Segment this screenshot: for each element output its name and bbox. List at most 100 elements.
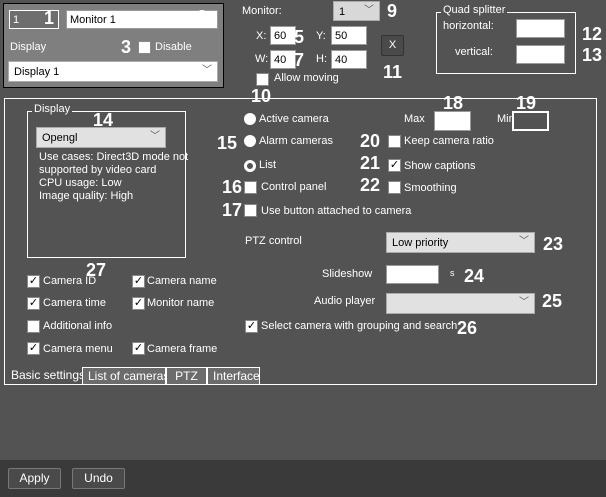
callout-number: 15 bbox=[217, 133, 238, 153]
camera-frame-label: Camera frame bbox=[147, 343, 218, 355]
callout-number: 7 bbox=[294, 50, 305, 70]
tab-basic-settings[interactable]: Basic settings bbox=[5, 367, 90, 385]
radio-alarm-cameras[interactable] bbox=[244, 135, 256, 147]
w-field[interactable]: 40 bbox=[270, 50, 296, 69]
monitor-select[interactable]: 1 ﹀ bbox=[333, 1, 380, 21]
render-mode-select[interactable]: Opengl ﹀ bbox=[36, 127, 166, 148]
callout-number: 21 bbox=[360, 153, 381, 173]
monitor-name-checkbox[interactable]: ✓ bbox=[132, 297, 145, 310]
show-captions-label: Show captions bbox=[404, 160, 476, 172]
use-button-checkbox[interactable] bbox=[244, 204, 257, 217]
render-mode-description: Use cases: Direct3D mode not supported b… bbox=[39, 151, 188, 203]
radio-list[interactable] bbox=[244, 160, 256, 172]
camera-time-label: Camera time bbox=[43, 297, 106, 309]
description-line: supported by video card bbox=[39, 164, 157, 176]
audio-player-select[interactable]: ﹀ bbox=[386, 293, 535, 314]
description-line: Image quality: High bbox=[39, 190, 134, 202]
apply-button[interactable]: Apply bbox=[8, 468, 61, 489]
horizontal-field[interactable] bbox=[516, 19, 565, 38]
camera-name-label: Camera name bbox=[147, 275, 217, 287]
ptz-control-select[interactable]: Low priority ﹀ bbox=[386, 232, 535, 253]
callout-number: 13 bbox=[582, 45, 603, 65]
callout-number: 19 bbox=[516, 93, 537, 113]
monitor-select-value: 1 bbox=[339, 6, 346, 18]
horizontal-label: horizontal: bbox=[443, 20, 494, 32]
camera-frame-checkbox[interactable]: ✓ bbox=[132, 342, 145, 355]
callout-number: 9 bbox=[387, 1, 398, 21]
display-label: Display bbox=[10, 41, 47, 53]
allow-moving-checkbox[interactable] bbox=[256, 73, 269, 86]
chevron-down-icon: ﹀ bbox=[519, 236, 529, 247]
select-camera-label: Select camera with grouping and search bbox=[261, 320, 458, 332]
callout-number: 16 bbox=[222, 177, 243, 197]
additional-info-label: Additional info bbox=[43, 320, 113, 332]
w-label: W: bbox=[255, 53, 269, 65]
ptz-control-label: PTZ control bbox=[245, 235, 302, 247]
use-button-label: Use button attached to camera bbox=[261, 205, 412, 217]
callout-number: 14 bbox=[93, 110, 114, 130]
callout-number: 4 bbox=[186, 61, 197, 81]
alarm-cameras-label: Alarm cameras bbox=[259, 135, 333, 147]
monitor-name-label: Monitor name bbox=[147, 297, 215, 309]
show-captions-checkbox[interactable]: ✓ bbox=[388, 159, 401, 172]
camera-name-checkbox[interactable]: ✓ bbox=[132, 275, 145, 288]
ptz-control-value: Low priority bbox=[392, 237, 449, 249]
undo-button[interactable]: Undo bbox=[72, 468, 125, 489]
min-field[interactable] bbox=[512, 111, 549, 131]
active-camera-label: Active camera bbox=[259, 113, 329, 125]
slideshow-unit: s bbox=[450, 268, 455, 278]
callout-number: 26 bbox=[457, 318, 478, 338]
callout-number: 6 bbox=[354, 27, 365, 47]
callout-number: 12 bbox=[582, 24, 603, 44]
slideshow-label: Slideshow bbox=[322, 268, 373, 280]
callout-number: 22 bbox=[360, 175, 381, 195]
camera-id-checkbox[interactable]: ✓ bbox=[27, 275, 40, 288]
slideshow-field[interactable] bbox=[386, 265, 439, 284]
x-field[interactable]: 60 bbox=[270, 26, 296, 45]
quad-splitter-title: Quad splitter bbox=[441, 4, 508, 16]
x-label: X: bbox=[256, 30, 267, 42]
list-label: List bbox=[259, 159, 277, 171]
tab-list-of-cameras[interactable]: List of cameras bbox=[82, 367, 169, 385]
callout-number: 1 bbox=[44, 8, 55, 28]
callout-number: 2 bbox=[197, 7, 208, 27]
max-label: Max bbox=[404, 113, 425, 125]
camera-menu-label: Camera menu bbox=[43, 343, 113, 355]
camera-time-checkbox[interactable]: ✓ bbox=[27, 297, 40, 310]
callout-number: 23 bbox=[543, 234, 564, 254]
callout-number: 27 bbox=[86, 260, 107, 280]
max-field[interactable] bbox=[434, 111, 471, 131]
keep-camera-ratio-checkbox[interactable] bbox=[388, 135, 401, 148]
callout-number: 18 bbox=[443, 93, 464, 113]
h-label: H: bbox=[316, 53, 327, 65]
display-group-title: Display bbox=[32, 103, 73, 115]
callout-number: 10 bbox=[251, 86, 272, 106]
render-mode-value: Opengl bbox=[42, 132, 78, 144]
vertical-field[interactable] bbox=[516, 45, 565, 64]
tab-ptz[interactable]: PTZ bbox=[166, 367, 207, 385]
chevron-down-icon: ﹀ bbox=[364, 5, 374, 16]
smoothing-label: Smoothing bbox=[404, 182, 457, 194]
control-panel-label: Control panel bbox=[261, 181, 327, 193]
chevron-down-icon: ﹀ bbox=[150, 131, 160, 142]
smoothing-checkbox[interactable] bbox=[388, 181, 401, 194]
monitor-name-field[interactable]: Monitor 1 bbox=[66, 10, 218, 29]
monitor-label: Monitor: bbox=[242, 5, 282, 17]
control-panel-checkbox[interactable] bbox=[244, 181, 257, 194]
chevron-down-icon: ﹀ bbox=[519, 297, 529, 308]
radio-active-camera[interactable] bbox=[244, 113, 256, 125]
audio-player-label: Audio player bbox=[314, 295, 376, 307]
additional-info-checkbox[interactable] bbox=[27, 320, 40, 333]
chevron-down-icon: ﹀ bbox=[202, 65, 212, 76]
display-select-value: Display 1 bbox=[14, 66, 60, 78]
disable-label: Disable bbox=[155, 41, 192, 53]
callout-number: 20 bbox=[360, 131, 381, 151]
allow-moving-label: Allow moving bbox=[274, 72, 339, 84]
select-camera-checkbox[interactable]: ✓ bbox=[245, 320, 258, 333]
camera-menu-checkbox[interactable]: ✓ bbox=[27, 342, 40, 355]
vertical-label: vertical: bbox=[455, 46, 493, 58]
disable-checkbox[interactable] bbox=[138, 41, 151, 54]
close-button[interactable]: X bbox=[381, 35, 404, 56]
tab-interface[interactable]: Interface bbox=[207, 367, 260, 385]
callout-number: 24 bbox=[464, 266, 485, 286]
